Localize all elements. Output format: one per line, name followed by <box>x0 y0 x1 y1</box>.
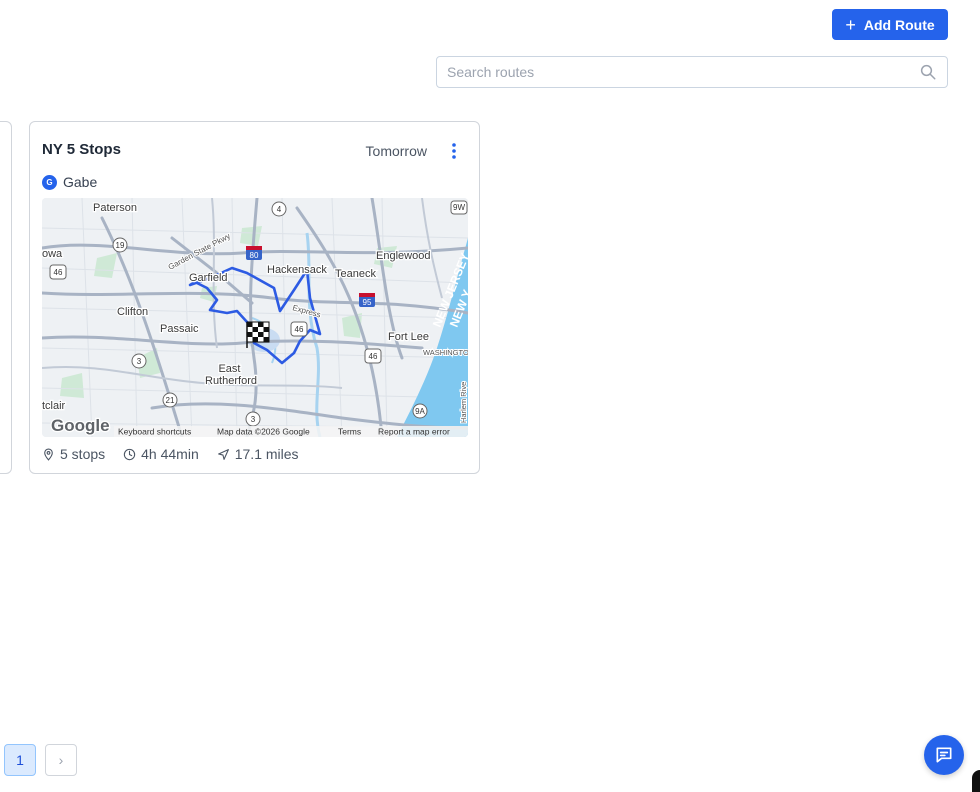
shield-label: 46 <box>54 268 63 277</box>
shield-label: 3 <box>137 357 142 366</box>
add-route-button[interactable]: + Add Route <box>832 9 948 40</box>
route-date: Tomorrow <box>365 143 427 159</box>
google-logo: Google <box>51 416 110 435</box>
distance-value: 17.1 miles <box>234 446 299 462</box>
clock-icon <box>123 448 136 460</box>
avatar: G <box>42 174 57 190</box>
plus-icon: + <box>845 14 856 35</box>
distance-stat: 17.1 miles <box>217 446 299 462</box>
shield-label: 46 <box>369 352 378 361</box>
shield-label: 3 <box>251 415 256 424</box>
place-label: Teaneck <box>335 268 376 280</box>
shield-label: 80 <box>250 251 259 260</box>
water-label: Harlem Rive <box>459 382 468 423</box>
place-label-line: East <box>218 363 240 375</box>
place-label: tclair <box>42 400 66 412</box>
route-stats: 5 stops 4h 44min 17.1 miles <box>42 446 299 462</box>
shield-label: 46 <box>295 325 304 334</box>
place-label: Paterson <box>93 202 137 214</box>
chat-icon <box>936 747 952 763</box>
place-label: owa <box>42 248 63 260</box>
chat-button[interactable] <box>924 735 964 775</box>
driver-name: Gabe <box>63 174 98 190</box>
place-label: Clifton <box>117 306 148 318</box>
place-label: Garfield <box>189 272 228 284</box>
route-map[interactable]: 4 19 46 80 95 46 46 3 21 3 9A 9W Paterso… <box>42 198 468 437</box>
chevron-right-icon: › <box>58 752 64 768</box>
shield-label: 4 <box>277 205 282 214</box>
kebab-icon[interactable] <box>449 141 459 161</box>
next-page-button[interactable]: › <box>45 744 77 776</box>
water-label: WASHINGTON HEIGH <box>423 348 468 357</box>
terms-link[interactable]: Terms <box>338 427 361 437</box>
duration-value: 4h 44min <box>141 446 199 462</box>
shield-label: 21 <box>166 396 175 405</box>
place-label: Passaic <box>160 323 199 335</box>
search-input[interactable] <box>447 64 919 80</box>
shield-label: 9A <box>415 407 425 416</box>
map-data-attribution: Map data ©2026 Google <box>217 427 310 437</box>
keyboard-shortcuts-link[interactable]: Keyboard shortcuts <box>118 427 191 437</box>
driver-info: G Gabe <box>42 174 97 190</box>
place-label: Englewood <box>376 250 430 262</box>
search-box[interactable] <box>436 56 948 88</box>
stops-count: 5 stops <box>60 446 106 462</box>
page-1-button[interactable]: 1 <box>4 744 36 776</box>
shield-label: 95 <box>363 298 372 307</box>
stops-stat: 5 stops <box>42 446 105 462</box>
previous-route-card[interactable] <box>0 121 12 474</box>
place-label: Fort Lee <box>388 331 429 343</box>
place-label-line: Rutherford <box>205 375 257 387</box>
screen-corner <box>972 770 980 792</box>
shield-label: 9W <box>453 203 465 212</box>
shield-label: 19 <box>116 241 125 250</box>
pin-icon <box>44 448 53 461</box>
route-title[interactable]: NY 5 Stops <box>42 141 121 158</box>
place-label: Hackensack <box>267 264 327 276</box>
navigation-icon <box>217 448 229 460</box>
route-card[interactable]: NY 5 Stops Tomorrow G Gabe 4 19 46 80 95… <box>29 121 480 474</box>
pagination: 1 › <box>4 744 77 776</box>
search-icon[interactable] <box>919 63 937 81</box>
duration-stat: 4h 44min <box>123 446 199 462</box>
add-route-label: Add Route <box>863 16 935 33</box>
report-error-link[interactable]: Report a map error <box>378 427 450 437</box>
